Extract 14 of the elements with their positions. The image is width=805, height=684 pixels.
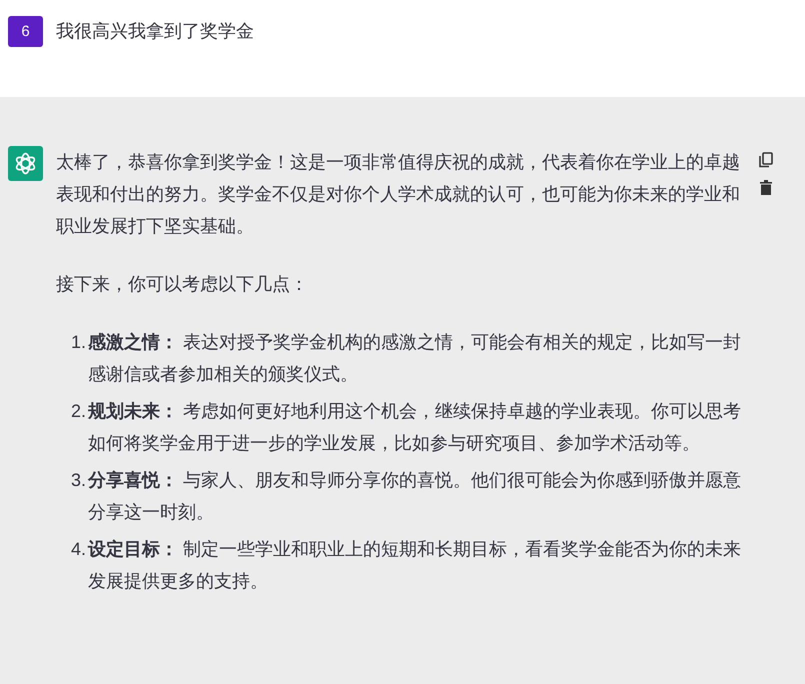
message-paragraph: 接下来，你可以考虑以下几点：	[56, 273, 309, 296]
list-number: 1.	[70, 331, 86, 354]
list-item-text: 分享喜悦： 与家人、朋友和导师分享你的喜悦。他们很可能会为你感到骄傲并愿意分享这一时刻。	[86, 469, 742, 524]
list-item-text: 规划未来： 考虑如何更好地利用这个机会，继续保持卓越的学业表现。你可以思考如何将奖学金用于进一步的学业发展，比如参与研究项目、参加学术活动等。	[86, 400, 742, 455]
list-number: 3.	[70, 469, 86, 492]
copy-icon[interactable]	[759, 152, 773, 168]
message-paragraph: 太棒了，恭喜你拿到奖学金！这是一项非常值得庆祝的成就，代表着你在学业上的卓越表现和付出的努力。奖学金不仅是对你个人学术成就的认可，也可能为你未来的学业和职业发展打下坚实基础。	[56, 151, 741, 238]
user-message: 我很高兴我拿到了奖学金	[56, 20, 254, 43]
user-avatar: 6	[8, 16, 43, 47]
list-number: 2.	[70, 400, 86, 423]
trash-icon[interactable]	[759, 180, 773, 195]
list-number: 4.	[70, 538, 86, 561]
list-item-text: 设定目标： 制定一些学业和职业上的短期和长期目标，看看奖学金能否为你的未来发展提供更多的支持。	[86, 538, 742, 593]
list-item-text: 感激之情： 表达对授予奖学金机构的感激之情，可能会有相关的规定，比如写一封感谢信或者参加相关的颁奖仪式。	[87, 331, 742, 386]
